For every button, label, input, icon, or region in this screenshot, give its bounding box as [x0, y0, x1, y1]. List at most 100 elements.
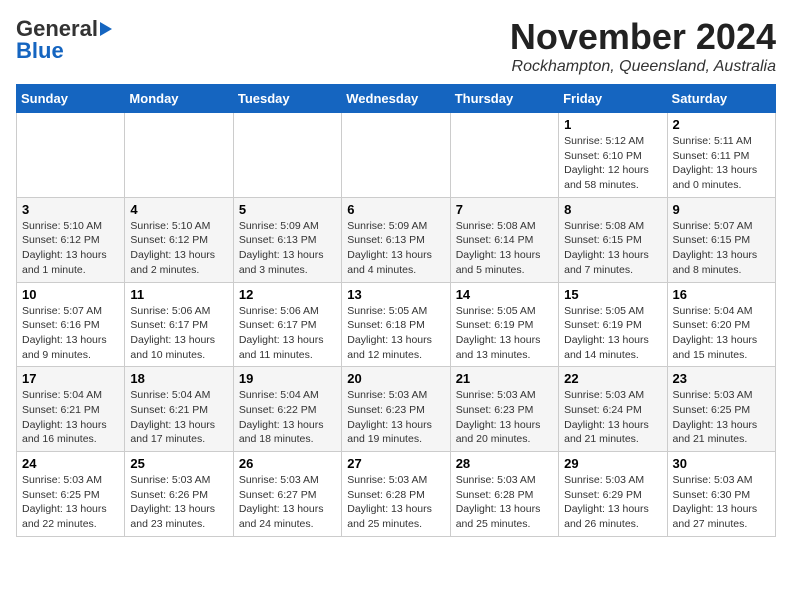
day-number: 23	[673, 371, 770, 386]
day-info: Sunrise: 5:03 AM Sunset: 6:26 PM Dayligh…	[130, 473, 227, 532]
day-number: 26	[239, 456, 336, 471]
table-row: 30 Sunrise: 5:03 AM Sunset: 6:30 PM Dayli…	[667, 452, 775, 537]
table-row: 14 Sunrise: 5:05 AM Sunset: 6:19 PM Dayli…	[450, 282, 558, 367]
page-header: General Blue November 2024 Rockhampton, …	[16, 16, 776, 76]
day-number: 7	[456, 202, 553, 217]
day-number: 22	[564, 371, 661, 386]
day-number: 21	[456, 371, 553, 386]
day-info: Sunrise: 5:07 AM Sunset: 6:16 PM Dayligh…	[22, 304, 119, 363]
table-row: 20 Sunrise: 5:03 AM Sunset: 6:23 PM Dayli…	[342, 367, 450, 452]
col-header-sunday: Sunday	[17, 85, 125, 113]
day-info: Sunrise: 5:09 AM Sunset: 6:13 PM Dayligh…	[239, 219, 336, 278]
col-header-wednesday: Wednesday	[342, 85, 450, 113]
table-row: 18Sunrise: 5:04 AM Sunset: 6:21 PM Dayli…	[125, 367, 233, 452]
day-number: 10	[22, 287, 119, 302]
day-info: Sunrise: 5:04 AM Sunset: 6:20 PM Dayligh…	[673, 304, 770, 363]
day-number: 11	[130, 287, 227, 302]
table-row: 27 Sunrise: 5:03 AM Sunset: 6:28 PM Dayli…	[342, 452, 450, 537]
day-number: 29	[564, 456, 661, 471]
day-number: 20	[347, 371, 444, 386]
day-number: 3	[22, 202, 119, 217]
day-info: Sunrise: 5:09 AM Sunset: 6:13 PM Dayligh…	[347, 219, 444, 278]
day-info: Sunrise: 5:12 AM Sunset: 6:10 PM Dayligh…	[564, 134, 661, 193]
day-number: 14	[456, 287, 553, 302]
table-row: 1Sunrise: 5:12 AM Sunset: 6:10 PM Daylig…	[559, 113, 667, 198]
day-number: 19	[239, 371, 336, 386]
day-number: 5	[239, 202, 336, 217]
day-info: Sunrise: 5:11 AM Sunset: 6:11 PM Dayligh…	[673, 134, 770, 193]
table-row: 28 Sunrise: 5:03 AM Sunset: 6:28 PM Dayli…	[450, 452, 558, 537]
day-number: 13	[347, 287, 444, 302]
table-row: 7 Sunrise: 5:08 AM Sunset: 6:14 PM Daylig…	[450, 197, 558, 282]
day-info: Sunrise: 5:03 AM Sunset: 6:24 PM Dayligh…	[564, 388, 661, 447]
month-title: November 2024	[510, 16, 776, 58]
day-info: Sunrise: 5:10 AM Sunset: 6:12 PM Dayligh…	[22, 219, 119, 278]
table-row: 12 Sunrise: 5:06 AM Sunset: 6:17 PM Dayli…	[233, 282, 341, 367]
table-row: 25Sunrise: 5:03 AM Sunset: 6:26 PM Dayli…	[125, 452, 233, 537]
logo-blue: Blue	[16, 38, 64, 64]
table-row: 10 Sunrise: 5:07 AM Sunset: 6:16 PM Dayli…	[17, 282, 125, 367]
day-number: 9	[673, 202, 770, 217]
day-number: 15	[564, 287, 661, 302]
day-info: Sunrise: 5:03 AM Sunset: 6:23 PM Dayligh…	[347, 388, 444, 447]
day-info: Sunrise: 5:05 AM Sunset: 6:18 PM Dayligh…	[347, 304, 444, 363]
day-number: 16	[673, 287, 770, 302]
day-number: 6	[347, 202, 444, 217]
day-info: Sunrise: 5:03 AM Sunset: 6:25 PM Dayligh…	[673, 388, 770, 447]
day-info: Sunrise: 5:05 AM Sunset: 6:19 PM Dayligh…	[564, 304, 661, 363]
day-info: Sunrise: 5:03 AM Sunset: 6:28 PM Dayligh…	[347, 473, 444, 532]
day-info: Sunrise: 5:08 AM Sunset: 6:14 PM Dayligh…	[456, 219, 553, 278]
col-header-monday: Monday	[125, 85, 233, 113]
day-number: 18	[130, 371, 227, 386]
table-row	[450, 113, 558, 198]
table-row: 24Sunrise: 5:03 AM Sunset: 6:25 PM Dayli…	[17, 452, 125, 537]
table-row: 19 Sunrise: 5:04 AM Sunset: 6:22 PM Dayli…	[233, 367, 341, 452]
day-number: 2	[673, 117, 770, 132]
day-info: Sunrise: 5:03 AM Sunset: 6:28 PM Dayligh…	[456, 473, 553, 532]
table-row: 15 Sunrise: 5:05 AM Sunset: 6:19 PM Dayli…	[559, 282, 667, 367]
table-row	[342, 113, 450, 198]
day-number: 17	[22, 371, 119, 386]
day-info: Sunrise: 5:03 AM Sunset: 6:29 PM Dayligh…	[564, 473, 661, 532]
table-row: 2 Sunrise: 5:11 AM Sunset: 6:11 PM Daylig…	[667, 113, 775, 198]
table-row: 9 Sunrise: 5:07 AM Sunset: 6:15 PM Daylig…	[667, 197, 775, 282]
table-row: 26Sunrise: 5:03 AM Sunset: 6:27 PM Dayli…	[233, 452, 341, 537]
table-row	[17, 113, 125, 198]
col-header-thursday: Thursday	[450, 85, 558, 113]
col-header-saturday: Saturday	[667, 85, 775, 113]
table-row: 13 Sunrise: 5:05 AM Sunset: 6:18 PM Dayli…	[342, 282, 450, 367]
col-header-friday: Friday	[559, 85, 667, 113]
table-row: 4 Sunrise: 5:10 AM Sunset: 6:12 PM Daylig…	[125, 197, 233, 282]
table-row: 22 Sunrise: 5:03 AM Sunset: 6:24 PM Dayli…	[559, 367, 667, 452]
table-row: 23 Sunrise: 5:03 AM Sunset: 6:25 PM Dayli…	[667, 367, 775, 452]
day-info: Sunrise: 5:03 AM Sunset: 6:25 PM Dayligh…	[22, 473, 119, 532]
day-info: Sunrise: 5:03 AM Sunset: 6:30 PM Dayligh…	[673, 473, 770, 532]
day-info: Sunrise: 5:03 AM Sunset: 6:23 PM Dayligh…	[456, 388, 553, 447]
day-info: Sunrise: 5:06 AM Sunset: 6:17 PM Dayligh…	[239, 304, 336, 363]
day-info: Sunrise: 5:06 AM Sunset: 6:17 PM Dayligh…	[130, 304, 227, 363]
logo-arrow-icon	[100, 22, 112, 36]
day-number: 8	[564, 202, 661, 217]
day-number: 12	[239, 287, 336, 302]
logo: General Blue	[16, 16, 114, 64]
day-info: Sunrise: 5:05 AM Sunset: 6:19 PM Dayligh…	[456, 304, 553, 363]
table-row: 5 Sunrise: 5:09 AM Sunset: 6:13 PM Daylig…	[233, 197, 341, 282]
day-info: Sunrise: 5:07 AM Sunset: 6:15 PM Dayligh…	[673, 219, 770, 278]
day-info: Sunrise: 5:04 AM Sunset: 6:22 PM Dayligh…	[239, 388, 336, 447]
table-row: 11 Sunrise: 5:06 AM Sunset: 6:17 PM Dayli…	[125, 282, 233, 367]
table-row: 29 Sunrise: 5:03 AM Sunset: 6:29 PM Dayli…	[559, 452, 667, 537]
day-info: Sunrise: 5:10 AM Sunset: 6:12 PM Dayligh…	[130, 219, 227, 278]
table-row: 6 Sunrise: 5:09 AM Sunset: 6:13 PM Daylig…	[342, 197, 450, 282]
table-row: 17 Sunrise: 5:04 AM Sunset: 6:21 PM Dayli…	[17, 367, 125, 452]
table-row: 16 Sunrise: 5:04 AM Sunset: 6:20 PM Dayli…	[667, 282, 775, 367]
day-number: 28	[456, 456, 553, 471]
calendar-table: SundayMondayTuesdayWednesdayThursdayFrid…	[16, 84, 776, 537]
day-number: 30	[673, 456, 770, 471]
day-number: 27	[347, 456, 444, 471]
table-row	[233, 113, 341, 198]
day-info: Sunrise: 5:04 AM Sunset: 6:21 PM Dayligh…	[22, 388, 119, 447]
day-number: 4	[130, 202, 227, 217]
location: Rockhampton, Queensland, Australia	[510, 58, 776, 76]
day-info: Sunrise: 5:08 AM Sunset: 6:15 PM Dayligh…	[564, 219, 661, 278]
table-row: 3 Sunrise: 5:10 AM Sunset: 6:12 PM Daylig…	[17, 197, 125, 282]
